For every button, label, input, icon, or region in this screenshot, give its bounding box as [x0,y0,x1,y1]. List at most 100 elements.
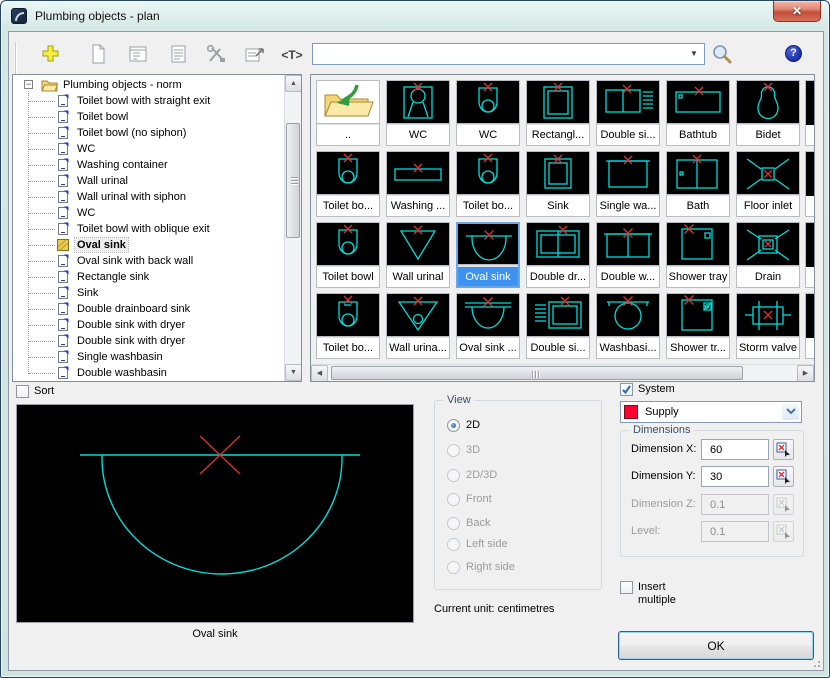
tree-item[interactable]: Double sink with dryer [13,317,301,333]
tree-item[interactable]: Single washbasin [13,349,301,365]
radio-icon [447,538,460,551]
insert-multiple-checkbox-box[interactable] [620,581,633,594]
tree-root[interactable]: − Plumbing objects - norm [13,77,301,93]
object-tree[interactable]: − Plumbing objects - norm Toilet bowl wi… [12,74,302,382]
grid-item[interactable]: Oval sink ... [456,293,520,359]
tree-item[interactable]: WC [13,141,301,157]
grid-item[interactable]: Single wa... [596,151,660,217]
tree-item[interactable]: Double drainboard sink [13,301,301,317]
tree-branch-line [29,277,55,278]
tree-branch-line [29,181,55,182]
toilet-top2-icon [317,294,379,337]
object-icon [57,366,69,382]
grid-item-label: Bath [667,196,729,216]
combo-dropdown-arrow[interactable]: ▼ [685,45,703,63]
system-select[interactable]: Supply [620,401,802,423]
tree-item[interactable]: Rectangle sink [13,269,301,285]
grid-item[interactable]: Double w... [596,222,660,288]
tree-item-label: Sink [75,286,100,300]
settings-tools-button[interactable] [203,41,229,67]
dimension-input[interactable] [701,439,769,460]
toolbar-grip[interactable] [15,42,22,66]
tree-item[interactable]: Toilet bowl with oblique exit [13,221,301,237]
search-combobox[interactable]: ▼ [312,43,705,65]
tree-scroll-thumb[interactable] [286,123,300,238]
tree-scrollbar[interactable]: ▲ ▼ [284,75,301,381]
dialog-window: Plumbing objects - plan ✕ <T> ▼ ? − [0,0,830,678]
wc-front-icon [387,81,449,124]
resize-grip[interactable] [808,655,820,667]
new-object-button[interactable] [85,41,111,67]
close-button[interactable]: ✕ [773,1,821,22]
grid-item[interactable]: WC [386,80,450,146]
properties-button[interactable] [241,41,267,67]
edit-dialog-button[interactable] [125,41,151,67]
grid-item[interactable]: Rectangl... [526,80,590,146]
tree-item[interactable]: Toilet bowl (no siphon) [13,125,301,141]
object-grid[interactable]: .. WC WC Rectangl... Double si... Bathtu… [310,74,815,382]
tree-item[interactable]: Washing container [13,157,301,173]
grid-item[interactable]: Floor inlet [736,151,800,217]
dimension-label: Dimension Z: [631,498,696,510]
grid-item[interactable]: Wall urina... [386,293,450,359]
preview-drawing [17,405,413,622]
grid-item[interactable]: Storm valve [736,293,800,359]
grid-scroll-thumb[interactable] [331,366,743,380]
grid-scrollbar[interactable]: ◀ ▶ [311,364,814,381]
insert-text-button[interactable]: <T> [279,41,305,67]
grid-item[interactable]: Oval sink [456,222,520,288]
tree-item[interactable]: Oval sink with back wall [13,253,301,269]
grid-item-label: Double dr... [527,267,589,287]
grid-item[interactable]: Washing ... [386,151,450,217]
scroll-left-button[interactable]: ◀ [311,365,328,382]
grid-item[interactable]: Toilet bo... [316,293,380,359]
grid-item[interactable]: Wall urinal [386,222,450,288]
tree-item[interactable]: Toilet bowl with straight exit [13,93,301,109]
grid-item[interactable]: Toilet bowl [316,222,380,288]
search-icon[interactable] [711,43,733,65]
tree-item[interactable]: Wall urinal [13,173,301,189]
dimension-input[interactable] [701,466,769,487]
tree-item[interactable]: Double sink with dryer [13,333,301,349]
grid-item[interactable]: Double dr... [526,222,590,288]
tree-item[interactable]: WC [13,205,301,221]
grid-item[interactable]: Toilet bo... [456,151,520,217]
sort-checkbox-box[interactable] [16,385,29,398]
grid-item[interactable]: Bath [666,151,730,217]
grid-item[interactable]: Shower tray [666,222,730,288]
grid-item[interactable]: Bidet [736,80,800,146]
chevron-down-icon[interactable] [782,404,799,420]
grid-item[interactable]: Bathtub [666,80,730,146]
add-object-button[interactable] [37,41,63,67]
grid-item[interactable]: Double si... [526,293,590,359]
scroll-down-button[interactable]: ▼ [285,364,302,381]
tree-expander-icon[interactable]: − [24,80,33,89]
tree-item[interactable]: Oval sink [13,237,301,253]
ok-button[interactable]: OK [618,631,814,660]
pick-from-drawing-button[interactable] [773,466,794,487]
help-button[interactable]: ? [785,45,802,62]
grid-item[interactable]: WC [456,80,520,146]
scroll-up-button[interactable]: ▲ [285,75,302,92]
grid-item[interactable]: Washbasi... [596,293,660,359]
grid-item[interactable]: Shower tr... [666,293,730,359]
grid-item[interactable]: Double si... [596,80,660,146]
grid-item-label: Double w... [597,267,659,287]
grid-item[interactable]: .. [316,80,380,146]
grid-item[interactable]: Drain [736,222,800,288]
tree-item[interactable]: Wall urinal with siphon [13,189,301,205]
grid-item[interactable]: Toilet bo... [316,151,380,217]
system-checkbox-box[interactable] [620,383,633,396]
list-view-button[interactable] [165,41,191,67]
title-bar[interactable]: Plumbing objects - plan ✕ [1,1,829,31]
grid-item[interactable]: Sink [526,151,590,217]
radio-label: Left side [466,538,508,551]
scroll-right-button[interactable]: ▶ [797,365,814,382]
search-input[interactable] [315,45,683,63]
radio-icon[interactable] [447,419,460,432]
tree-item[interactable]: Toilet bowl [13,109,301,125]
pick-from-drawing-button[interactable] [773,439,794,460]
grid-item-label: WC [387,125,449,145]
tree-item[interactable]: Double washbasin [13,365,301,381]
tree-item[interactable]: Sink [13,285,301,301]
